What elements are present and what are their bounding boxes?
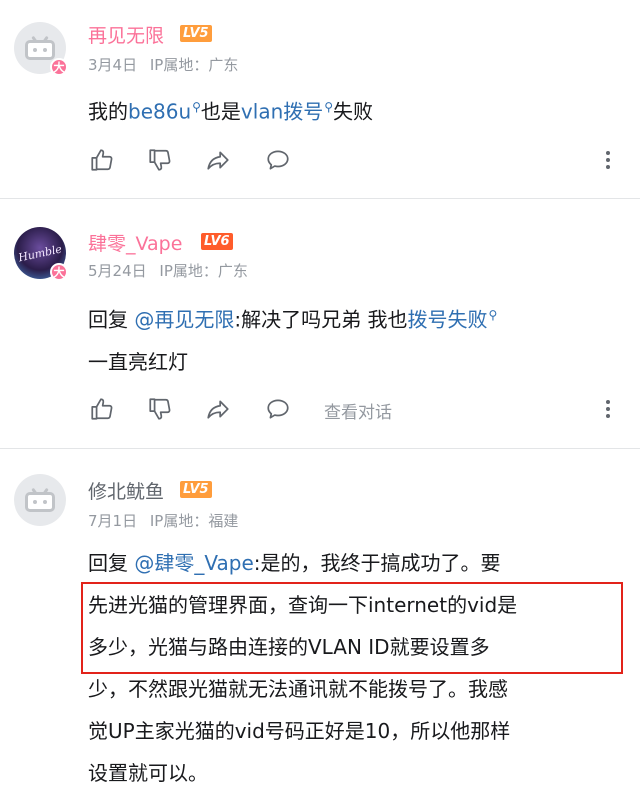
reply-icon[interactable] [264, 146, 292, 174]
more-options-icon[interactable] [598, 146, 618, 174]
vip-badge: 大 [50, 263, 68, 281]
avatar[interactable] [14, 474, 66, 526]
ip-location: 福建 [208, 512, 239, 530]
comment-text: 设置就可以。 [88, 761, 208, 785]
avatar[interactable]: 大 [14, 22, 68, 76]
level-badge: LV5 [180, 25, 212, 42]
reply-prefix: 回复 [88, 307, 128, 332]
ip-label: IP属地： [159, 262, 218, 280]
comment-content: 回复 @再见无限:解决了吗兄弟 我也拨号失败⚲ 一直亮红灯 [88, 294, 618, 383]
comment-text: 也是 [200, 99, 241, 124]
like-icon[interactable] [88, 146, 116, 174]
avatar[interactable]: Humble 大 [14, 227, 68, 281]
comment-actions: 查看对话 [88, 395, 618, 425]
comment-content: 我的be86u⚲也是vlan拨号⚲失败 [88, 86, 618, 133]
divider [0, 198, 640, 199]
dislike-icon[interactable] [146, 146, 174, 174]
mention-link[interactable]: @再见无限 [134, 308, 234, 332]
username[interactable]: 修北鱿鱼 [88, 477, 164, 504]
reply-prefix: 回复 [88, 551, 128, 575]
level-badge: LV5 [180, 481, 212, 498]
divider [0, 448, 640, 449]
search-icon[interactable]: ⚲ [192, 100, 201, 114]
comment-meta: 7月1日 IP属地：福建 [88, 510, 238, 531]
search-link[interactable]: 拨号失败 [407, 308, 487, 332]
comment-date: 5月24日 [88, 262, 147, 280]
comment-text: 觉UP主家光猫的vid号码正好是10，所以他那样 [88, 719, 511, 743]
comment-text: 少，不然跟光猫就无法通讯就不能拨号了。我感 [88, 677, 508, 701]
reply-icon[interactable] [264, 395, 292, 423]
share-icon[interactable] [204, 146, 232, 174]
search-link[interactable]: vlan拨号 [241, 100, 323, 124]
username[interactable]: 肆零_Vape [88, 229, 182, 256]
ip-label: IP属地： [149, 512, 209, 530]
comment-text: :解决了吗兄弟 我也 [234, 307, 408, 332]
more-options-icon[interactable] [598, 395, 618, 423]
comment-date: 7月1日 [88, 512, 138, 530]
comment-text: 失败 [333, 99, 374, 124]
comment-meta: 3月4日 IP属地：广东 [88, 54, 238, 75]
comment-actions [88, 146, 618, 176]
search-icon[interactable]: ⚲ [324, 100, 333, 114]
level-badge: LV6 [201, 233, 233, 250]
comment-meta: 5月24日 IP属地：广东 [88, 260, 248, 281]
search-link[interactable]: be86u [128, 100, 191, 124]
comment-text: 一直亮红灯 [88, 349, 188, 374]
ip-location: 广东 [208, 56, 239, 74]
like-icon[interactable] [88, 395, 116, 423]
comment-text: :是的，我终于搞成功了。要 [253, 551, 501, 575]
default-avatar-icon [14, 474, 66, 526]
view-conversation-link[interactable]: 查看对话 [324, 398, 392, 423]
username[interactable]: 再见无限 [88, 21, 164, 48]
vip-badge: 大 [50, 58, 68, 76]
comment-text: 我的 [88, 99, 128, 124]
dislike-icon[interactable] [146, 395, 174, 423]
ip-label: IP属地： [149, 56, 209, 74]
comment-date: 3月4日 [88, 56, 138, 74]
ip-location: 广东 [217, 262, 248, 280]
mention-link[interactable]: @肆零_Vape [134, 551, 253, 575]
share-icon[interactable] [204, 395, 232, 423]
search-icon[interactable]: ⚲ [488, 308, 497, 322]
highlight-annotation-box [81, 582, 623, 674]
